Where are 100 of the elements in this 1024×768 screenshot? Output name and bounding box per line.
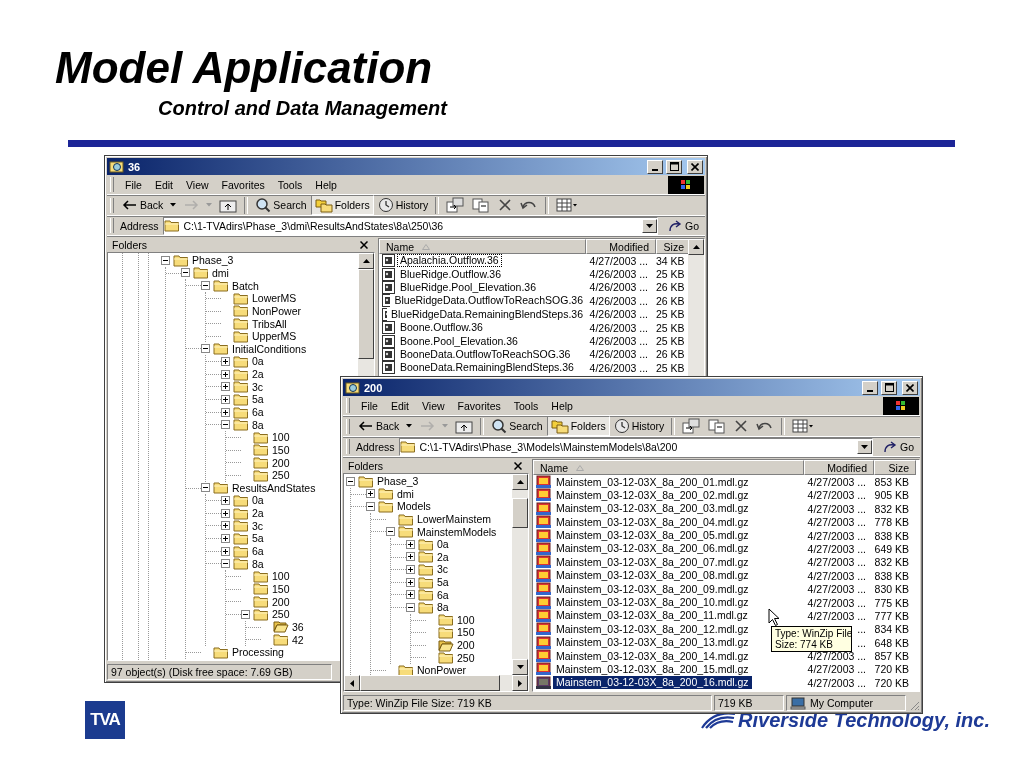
folder-name[interactable]: 100 <box>457 613 475 626</box>
expand-button[interactable] <box>406 590 415 600</box>
resize-grip-icon[interactable] <box>908 699 920 711</box>
back-button[interactable]: Back <box>118 195 168 215</box>
menu-item[interactable]: Favorites <box>214 178 271 191</box>
expand-button[interactable] <box>221 521 230 531</box>
folder-name[interactable]: Batch <box>232 279 259 292</box>
expand-button[interactable] <box>221 407 230 417</box>
folder-name[interactable]: 150 <box>272 443 290 456</box>
file-name[interactable]: BooneData.OutflowToReachSOG.36 <box>397 347 574 361</box>
expand-button[interactable] <box>406 564 415 574</box>
file-name[interactable]: Boone.Outflow.36 <box>397 321 486 335</box>
file-name[interactable]: BlueRidgeData.RemainingBlendSteps.36 <box>387 307 586 321</box>
column-header[interactable]: Name <box>379 239 586 254</box>
folder-name[interactable]: 200 <box>272 456 290 469</box>
folder-name[interactable]: MainstemModels <box>417 525 497 538</box>
folder-name[interactable]: 2a <box>437 550 449 563</box>
file-name[interactable]: Mainstem_03-12-03X_8a_200_16.mdl.gz <box>553 676 752 690</box>
folder-name[interactable]: dmi <box>212 266 229 279</box>
folder-name[interactable]: 250 <box>457 651 475 664</box>
folder-name[interactable]: 0a <box>252 355 264 368</box>
folder-name[interactable]: 42 <box>292 633 304 646</box>
close-pane-button[interactable] <box>358 241 370 249</box>
expand-button[interactable] <box>221 356 230 366</box>
collapse-button[interactable] <box>201 281 210 291</box>
folder-name[interactable]: 6a <box>252 406 264 418</box>
folder-name[interactable]: 8a <box>252 418 264 431</box>
close-pane-button[interactable] <box>512 462 524 470</box>
file-name[interactable]: Mainstem_03-12-03X_8a_200_01.mdl.gz <box>553 475 752 489</box>
scroll-down-button[interactable] <box>512 659 528 675</box>
column-header[interactable]: Size <box>874 460 916 475</box>
collapse-button[interactable] <box>161 255 170 265</box>
file-name[interactable]: Mainstem_03-12-03X_8a_200_14.mdl.gz <box>553 649 752 663</box>
folder-name[interactable]: NonPower <box>252 304 302 317</box>
file-name[interactable]: Mainstem_03-12-03X_8a_200_02.mdl.gz <box>553 488 752 502</box>
folder-name[interactable]: Models <box>397 500 431 513</box>
column-header[interactable]: Name <box>533 460 804 475</box>
collapse-button[interactable] <box>221 420 230 430</box>
folder-name[interactable]: UpperMS <box>252 330 297 343</box>
file-name[interactable]: BlueRidgeData.OutflowToReachSOG.36 <box>391 294 586 308</box>
folder-name[interactable]: Phase_3 <box>192 254 234 267</box>
expand-button[interactable] <box>406 577 415 587</box>
menu-item[interactable]: File <box>118 178 148 191</box>
folder-name[interactable]: 8a <box>252 557 264 570</box>
file-name[interactable]: Mainstem_03-12-03X_8a_200_13.mdl.gz <box>553 636 752 650</box>
file-name[interactable]: Mainstem_03-12-03X_8a_200_07.mdl.gz <box>553 555 752 569</box>
file-name[interactable]: Mainstem_03-12-03X_8a_200_03.mdl.gz <box>553 502 752 516</box>
menu-item[interactable]: View <box>415 399 451 412</box>
column-header[interactable]: Size <box>656 239 688 254</box>
folders-button[interactable]: Folders <box>310 195 374 215</box>
maximize-button[interactable] <box>666 159 682 174</box>
search-button[interactable]: Search <box>251 195 311 215</box>
menu-item[interactable]: Edit <box>147 178 179 191</box>
scrollbar[interactable] <box>358 253 374 376</box>
folders-button[interactable]: Folders <box>546 416 610 436</box>
folder-name[interactable]: 100 <box>272 570 290 583</box>
scroll-thumb[interactable] <box>512 498 528 528</box>
go-button[interactable]: Go <box>658 219 705 232</box>
column-header[interactable]: Modified <box>804 460 874 475</box>
scrollbar[interactable] <box>512 474 528 675</box>
menu-item[interactable]: File <box>354 399 384 412</box>
folder-name[interactable]: NonPower <box>417 664 467 675</box>
folder-name[interactable]: 0a <box>252 494 264 507</box>
go-button[interactable]: Go <box>873 440 920 453</box>
collapse-button[interactable] <box>201 483 210 493</box>
folder-name[interactable]: 8a <box>437 601 449 614</box>
folder-name[interactable]: 150 <box>272 582 290 595</box>
scroll-left-button[interactable] <box>344 675 360 691</box>
folder-name[interactable]: InitialConditions <box>232 342 307 355</box>
file-name[interactable]: Mainstem_03-12-03X_8a_200_09.mdl.gz <box>553 582 752 596</box>
collapse-button[interactable] <box>201 344 210 354</box>
folder-name[interactable]: 36 <box>292 620 304 633</box>
collapse-button[interactable] <box>366 502 375 511</box>
folder-name[interactable]: TribsAll <box>252 317 287 330</box>
expand-button[interactable] <box>406 552 415 562</box>
expand-button[interactable] <box>366 489 375 499</box>
scroll-thumb[interactable] <box>358 269 374 359</box>
file-name[interactable]: Mainstem_03-12-03X_8a_200_12.mdl.gz <box>553 622 752 636</box>
scroll-thumb[interactable] <box>360 675 500 691</box>
folder-name[interactable]: Phase_3 <box>377 475 419 488</box>
scroll-up-button[interactable] <box>358 253 374 269</box>
menu-item[interactable]: Edit <box>383 399 415 412</box>
minimize-button[interactable] <box>862 380 878 395</box>
file-name[interactable]: Mainstem_03-12-03X_8a_200_15.mdl.gz <box>553 662 752 676</box>
folder-name[interactable]: 2a <box>252 368 264 381</box>
file-name[interactable]: Mainstem_03-12-03X_8a_200_05.mdl.gz <box>553 529 752 543</box>
file-name[interactable]: Apalachia.Outflow.36 <box>397 254 502 268</box>
folder-name[interactable]: 200 <box>457 639 475 651</box>
folder-name[interactable]: ResultsAndStates <box>232 481 316 494</box>
history-button[interactable]: History <box>373 195 433 215</box>
folder-name[interactable]: LowerMS <box>252 292 297 305</box>
file-name[interactable]: Mainstem_03-12-03X_8a_200_04.mdl.gz <box>553 515 752 529</box>
collapse-button[interactable] <box>181 268 190 278</box>
folder-name[interactable]: 0a <box>437 538 449 551</box>
minimize-button[interactable] <box>647 159 663 174</box>
menu-item[interactable]: Tools <box>506 399 545 412</box>
expand-button[interactable] <box>221 508 230 518</box>
folder-name[interactable]: 150 <box>457 626 475 639</box>
folder-name[interactable]: dmi <box>397 487 414 500</box>
folder-name[interactable]: 100 <box>272 431 290 444</box>
